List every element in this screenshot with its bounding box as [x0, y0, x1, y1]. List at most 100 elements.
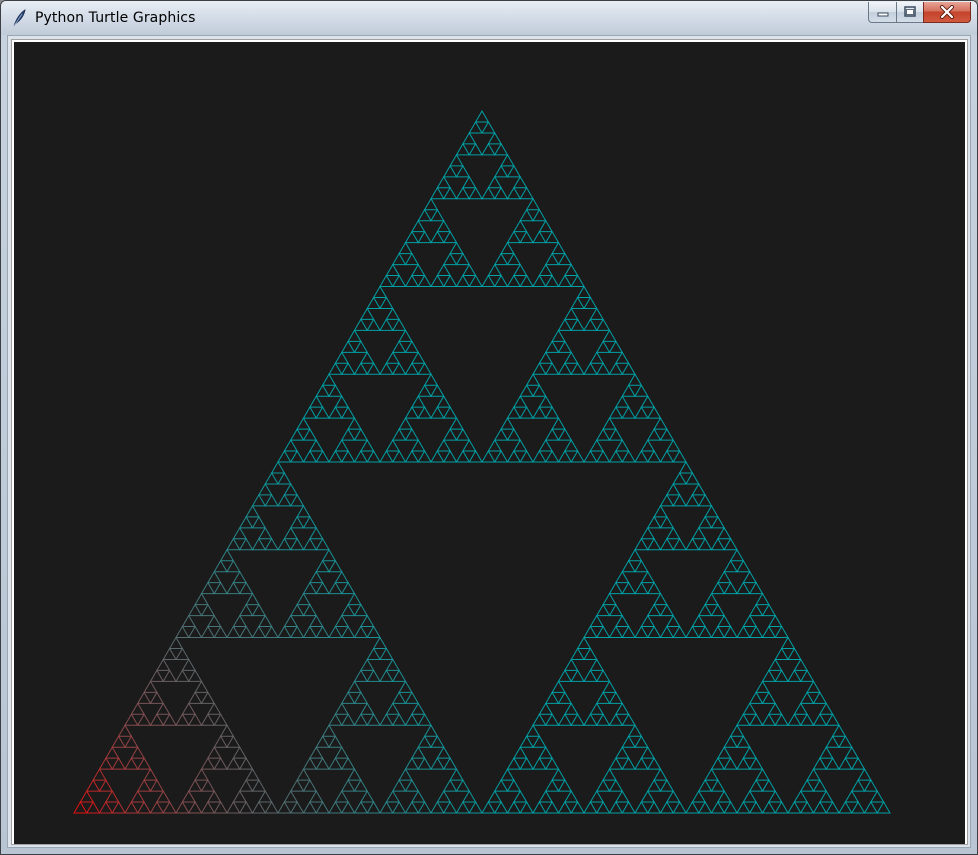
fractal-triangle [219, 548, 235, 562]
fractal-triangle [251, 515, 267, 529]
fractal-triangle [564, 351, 579, 364]
fractal-triangle [799, 713, 815, 726]
fractal-triangle [825, 757, 840, 770]
fractal-triangle [360, 439, 375, 452]
title-bar[interactable]: Python Turtle Graphics [1, 1, 977, 35]
fractal-triangle [589, 658, 604, 671]
fractal-triangle [302, 581, 318, 595]
fractal-triangle [736, 735, 751, 748]
fractal-triangle [442, 164, 458, 178]
fractal-triangle [181, 614, 196, 628]
fractal-triangle [347, 417, 362, 430]
fractal-triangle [646, 801, 662, 814]
fractal-triangle [659, 537, 675, 551]
fractal-triangle [691, 482, 706, 496]
fractal-triangle [309, 526, 324, 540]
fractal-triangle [124, 801, 139, 814]
fractal-triangle [130, 746, 145, 759]
minimize-button[interactable] [868, 2, 896, 23]
fractal-triangle [353, 340, 369, 353]
fractal-triangle [136, 757, 152, 770]
fractal-triangle [761, 625, 777, 638]
fractal-triangle [717, 614, 732, 628]
fractal-triangle [187, 669, 203, 682]
fractal-triangle [347, 592, 362, 606]
fractal-triangle [506, 274, 522, 287]
fractal-triangle [710, 801, 726, 814]
fractal-triangle [474, 110, 490, 123]
fractal-triangle [500, 153, 515, 167]
fractal-triangle [621, 735, 636, 748]
fractal-triangle [226, 559, 241, 573]
fractal-triangle [583, 318, 598, 331]
fractal-triangle [493, 186, 509, 200]
fractal-triangle [493, 428, 509, 441]
fractal-triangle [602, 592, 617, 606]
fractal-triangle [334, 746, 349, 759]
turtle-canvas[interactable] [14, 42, 965, 844]
fractal-triangle [200, 713, 216, 726]
fractal-triangle [742, 746, 757, 759]
fractal-triangle [328, 581, 343, 595]
fractal-triangle [321, 373, 337, 386]
fractal-triangle [423, 373, 439, 386]
fractal-triangle [289, 801, 305, 814]
fractal-triangle [219, 724, 235, 737]
fractal-triangle [615, 395, 630, 408]
fractal-triangle [277, 450, 292, 463]
fractal-triangle [385, 790, 400, 803]
fractal-triangle [736, 757, 751, 770]
fractal-triangle [360, 351, 375, 364]
fractal-triangle [544, 230, 560, 244]
fractal-triangle [124, 713, 139, 726]
fractal-triangle [570, 647, 585, 660]
fractal-triangle [659, 779, 675, 792]
fractal-triangle [557, 779, 573, 792]
fractal-triangle [519, 735, 534, 748]
fractal-triangle [340, 428, 356, 441]
fractal-triangle [238, 625, 254, 638]
fractal-triangle [404, 230, 420, 244]
fractal-triangle [557, 318, 573, 331]
fractal-triangle [149, 691, 165, 704]
fractal-triangle [557, 801, 573, 814]
fractal-triangle [296, 417, 311, 430]
fractal-triangle [672, 493, 687, 507]
fractal-triangle [838, 735, 853, 748]
fractal-triangle [105, 746, 120, 759]
fractal-triangle [340, 406, 356, 419]
fractal-triangle [532, 362, 547, 375]
fractal-triangle [583, 362, 598, 375]
fractal-triangle [258, 482, 273, 496]
fractal-triangle [340, 603, 356, 617]
fractal-triangle [385, 439, 400, 452]
fractal-triangle [417, 406, 432, 419]
fractal-triangle [723, 735, 738, 748]
fractal-triangle [621, 713, 636, 726]
fractal-triangle [430, 384, 445, 397]
fractal-triangle [385, 658, 400, 671]
fractal-triangle [85, 779, 101, 792]
fractal-triangle [328, 735, 343, 748]
fractal-triangle [615, 790, 630, 803]
fractal-triangle [761, 603, 777, 617]
fractal-triangle [417, 230, 432, 244]
fractal-triangle [487, 790, 502, 803]
fractal-triangle [302, 603, 318, 617]
fractal-triangle [404, 779, 420, 792]
fractal-triangle [213, 625, 228, 638]
fractal-triangle [570, 450, 585, 463]
fractal-triangle [780, 636, 796, 649]
fractal-triangle [251, 603, 267, 617]
maximize-button[interactable] [896, 2, 923, 23]
fractal-triangle [595, 603, 611, 617]
fractal-triangle [870, 790, 885, 803]
fractal-triangle [238, 603, 254, 617]
fractal-triangle [697, 493, 713, 507]
fractal-triangle [646, 757, 662, 770]
fractal-triangle [799, 691, 815, 704]
fractal-triangle [404, 340, 420, 353]
close-button[interactable] [923, 2, 971, 23]
fractal-triangle [149, 779, 165, 792]
fractal-triangle [557, 428, 573, 441]
